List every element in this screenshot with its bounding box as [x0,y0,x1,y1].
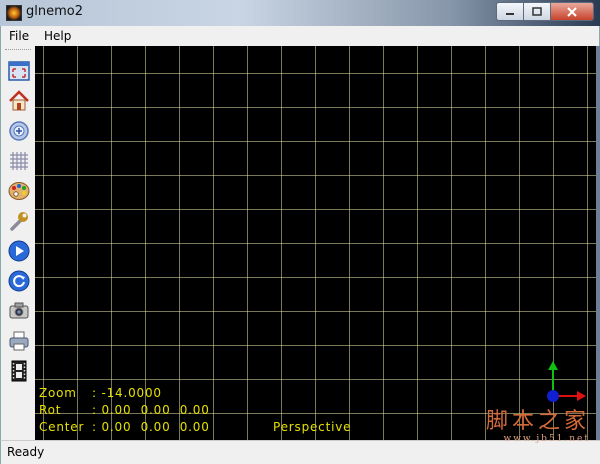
center-label: Center [39,420,85,434]
home-button[interactable] [6,88,32,114]
watermark: 脚本之家 www.jb51.net [485,409,590,445]
window-controls [496,2,594,21]
reload-button[interactable] [6,268,32,294]
movie-button[interactable] [6,358,32,384]
camera-icon [9,302,29,319]
watermark-logo: 脚本之家 [485,409,590,434]
menu-bar: File Help [0,26,600,46]
home-icon [9,90,29,111]
menu-help[interactable]: Help [44,29,71,43]
menu-file[interactable]: File [9,29,29,43]
close-icon [567,7,577,17]
zoom-value: : -14.0000 [92,386,162,400]
toolbar [0,46,35,440]
film-icon [11,360,27,382]
rot-label: Rot [39,403,62,417]
zoom-label: Zoom [39,386,77,400]
zoom-icon [9,121,29,141]
projection-label: Perspective [273,420,352,434]
settings-button[interactable] [6,208,32,234]
status-text: Ready [7,445,45,459]
play-button[interactable] [6,238,32,264]
screenshot-button[interactable] [6,298,32,324]
axis-gizmo-icon [547,361,586,402]
title-bar: glnemo2 [0,0,600,26]
palette-button[interactable] [6,178,32,204]
minimize-button[interactable] [496,2,524,21]
toolbar-grip[interactable] [5,49,31,52]
minimize-icon [506,13,514,15]
rot-value: : 0.00 0.00 0.00 [92,403,210,417]
print-icon [9,331,29,351]
palette-icon [8,182,30,200]
print-button[interactable] [6,328,32,354]
close-button[interactable] [550,2,594,21]
reload-icon [8,270,30,292]
wrench-icon [10,212,28,231]
app-icon [6,5,22,21]
gl-viewport[interactable]: Zoom : -14.0000 Rot : 0.00 0.00 0.00 Cen… [35,46,596,440]
window-title: glnemo2 [26,4,83,19]
zoom-button[interactable] [6,118,32,144]
fullscreen-button[interactable] [6,58,32,84]
grid-icon [10,152,28,170]
play-icon [8,240,30,262]
grid-button[interactable] [6,148,32,174]
maximize-button[interactable] [523,2,551,21]
maximize-icon [532,7,542,16]
center-value: : 0.00 0.00 0.00 [92,420,210,434]
watermark-url: www.jb51.net [503,434,590,444]
fullscreen-icon [8,61,30,81]
